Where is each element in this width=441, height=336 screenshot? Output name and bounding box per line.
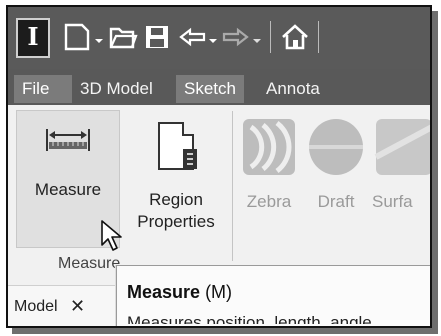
zebra-icon [243,119,295,175]
draft-icon [309,119,363,175]
home-icon[interactable] [280,21,310,53]
application-window: I File 3D Model Sketch Annota Measure Re… [6,5,432,328]
ribbon-panel: Measure Region Properties Zebra Draft Su… [8,105,430,285]
region-properties-label-line1: Region [149,190,203,209]
ribbon-tab-bar: File 3D Model Sketch Annota [8,69,430,105]
zebra-label: Zebra [246,192,292,211]
measure-tooltip: Measure (M) Measures position, length, a… [116,265,430,326]
tooltip-shortcut: (M) [205,282,233,302]
tooltip-title: Measure (M) [127,282,232,303]
tab-file[interactable]: File [14,75,72,103]
save-icon[interactable] [142,21,172,53]
tab-sketch[interactable]: Sketch [176,75,244,103]
zebra-button[interactable]: Zebra [240,117,298,213]
open-folder-icon[interactable] [108,21,138,53]
tab-annotate[interactable]: Annota [258,75,328,103]
toolbar-divider [270,21,271,53]
region-properties-label-line2: Properties [137,212,215,231]
measure-label: Measure [34,180,102,199]
chevron-down-icon[interactable] [252,31,262,43]
close-icon[interactable]: ✕ [70,296,85,317]
tab-3d-model[interactable]: 3D Model [72,75,161,103]
redo-icon[interactable] [220,21,250,53]
region-properties-button[interactable]: Region Properties [126,115,226,233]
region-properties-icon [158,122,197,170]
chevron-down-icon[interactable] [94,31,104,43]
undo-icon[interactable] [178,21,208,53]
measure-button[interactable]: Measure [18,127,118,201]
toolbar-divider [318,21,319,53]
tooltip-description: Measures position, length, angle [127,313,372,324]
ribbon-divider [232,111,233,261]
draft-label: Draft [317,192,355,211]
document-tab-label: Model [14,298,58,315]
tooltip-command-name: Measure [127,282,201,302]
surface-button[interactable]: Surfa [372,117,430,213]
surface-analysis-icon [374,119,430,175]
surface-label: Surfa [372,192,413,211]
quick-access-toolbar: I [8,7,430,69]
document-tab-model[interactable]: Model ✕ [8,285,118,326]
measure-icon [46,129,90,151]
app-logo-icon[interactable]: I [16,18,50,58]
draft-button[interactable]: Draft [306,117,366,213]
mouse-pointer-icon [101,220,122,251]
new-file-icon[interactable] [62,21,92,53]
chevron-down-icon[interactable] [208,31,218,43]
